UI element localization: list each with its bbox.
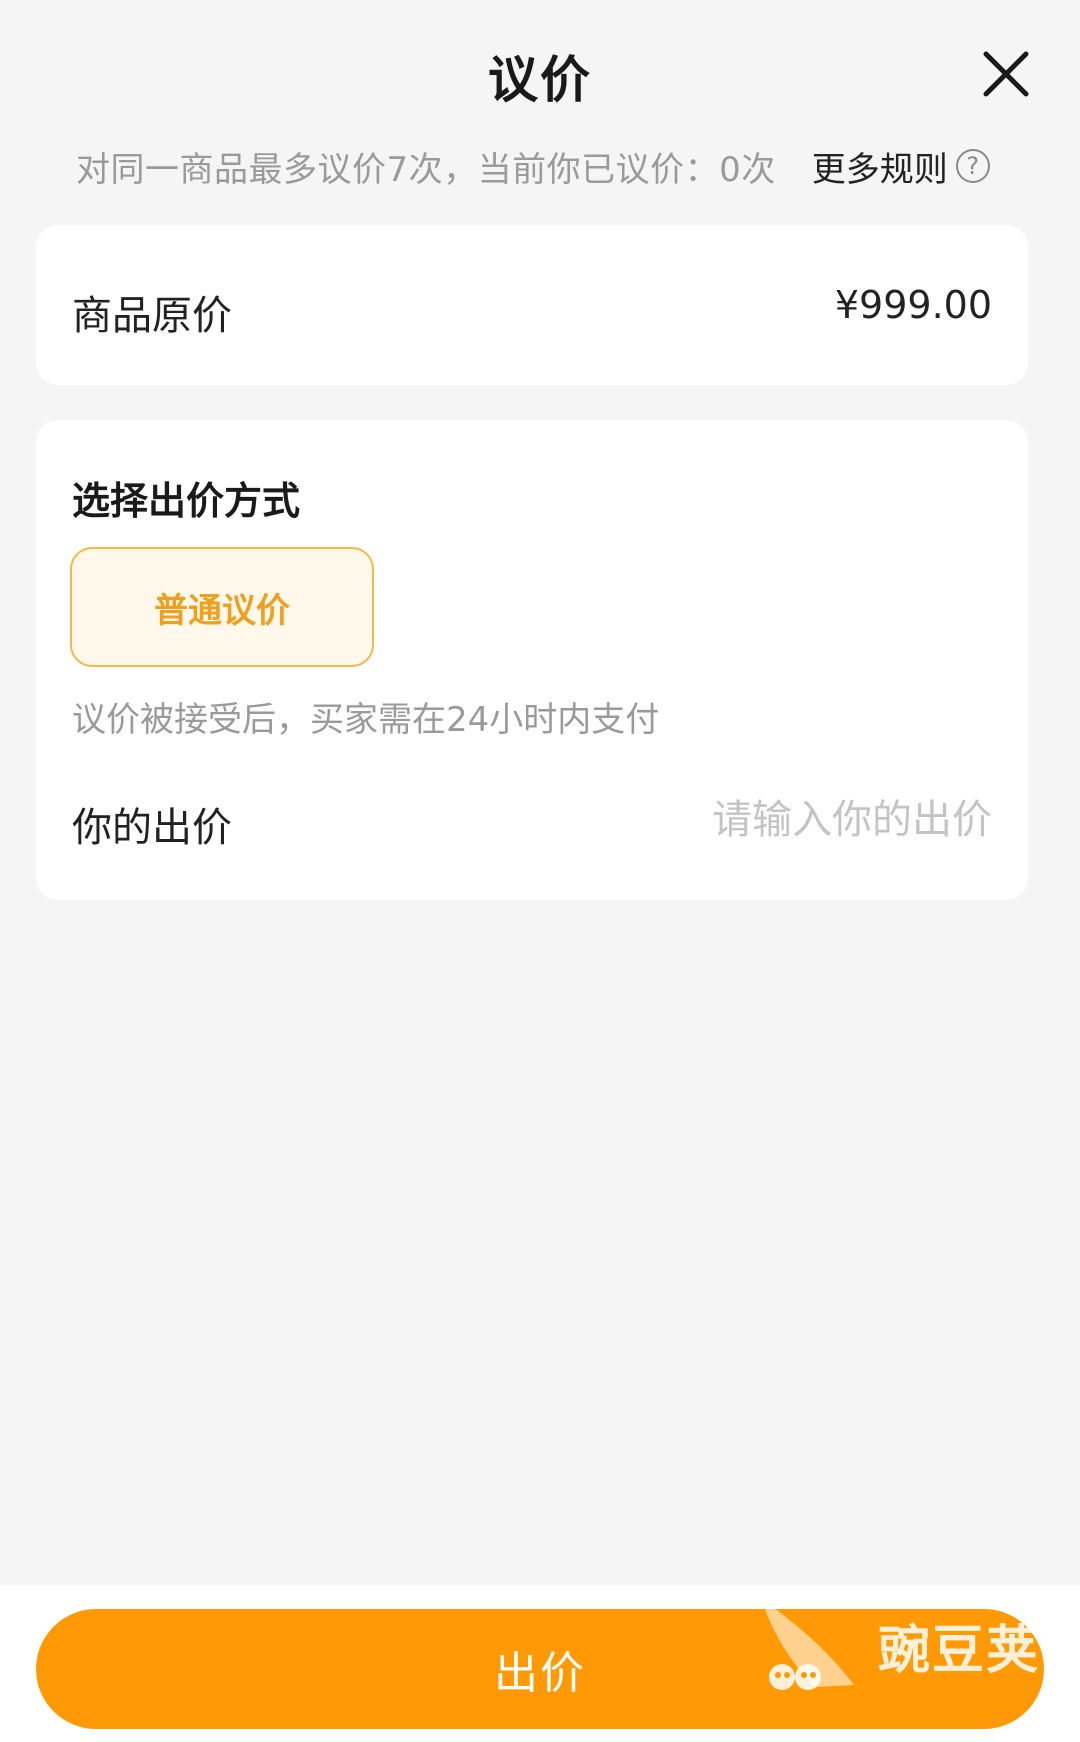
more-rules-link[interactable]: 更多规则 ? xyxy=(812,142,990,191)
original-price-label: 商品原价 xyxy=(72,293,232,339)
offer-method-title: 选择出价方式 xyxy=(72,479,301,523)
bargain-sheet: 议价 对同一商品最多议价7次，当前你已议价：0次 更多规则 ? 商品原价 ¥99… xyxy=(0,0,1080,1742)
bargain-limit-text: 对同一商品最多议价7次，当前你已议价：0次 xyxy=(76,149,776,190)
normal-bargain-option[interactable]: 普通议价 xyxy=(70,547,374,667)
bid-input[interactable] xyxy=(572,788,992,852)
bid-label: 你的出价 xyxy=(72,805,232,851)
submit-offer-label: 出价 xyxy=(494,1648,586,1699)
footer-bar: 出价 豌豆荚 xyxy=(0,1585,1080,1742)
original-price-card: 商品原价 ¥999.00 xyxy=(36,225,1028,385)
more-rules-label: 更多规则 xyxy=(811,149,948,190)
submit-offer-button[interactable]: 出价 xyxy=(36,1609,1044,1729)
question-circle-icon: ? xyxy=(955,149,990,183)
sheet-header: 议价 xyxy=(0,0,1080,150)
rules-row: 对同一商品最多议价7次，当前你已议价：0次 更多规则 ? xyxy=(76,138,1020,194)
original-price-value: ¥999.00 xyxy=(834,283,992,327)
mode-description: 议价被接受后，买家需在24小时内支付 xyxy=(72,700,660,740)
page-title: 议价 xyxy=(488,51,592,109)
close-icon[interactable] xyxy=(980,48,1032,100)
offer-card: 选择出价方式 普通议价 议价被接受后，买家需在24小时内支付 你的出价 xyxy=(36,420,1028,900)
